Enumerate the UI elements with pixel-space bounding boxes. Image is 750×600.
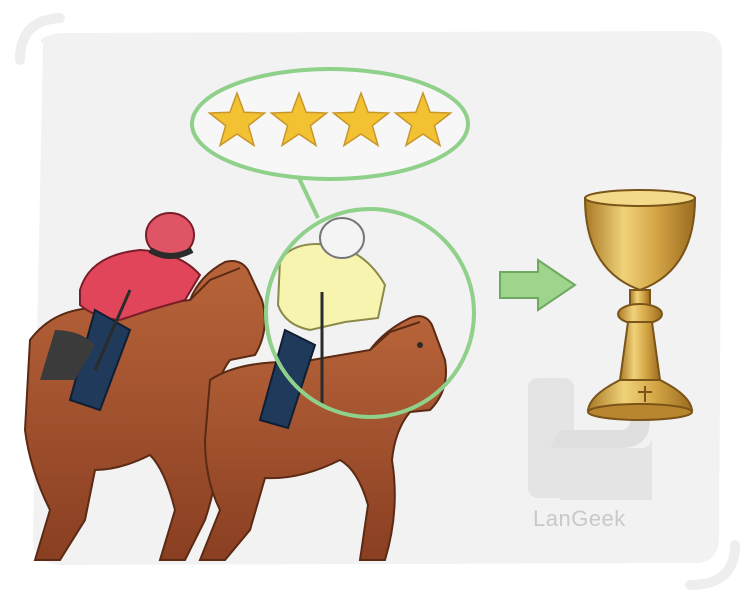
illustration-stage: LanGeek — [0, 0, 750, 600]
watermark-text: LanGeek — [533, 506, 626, 531]
illustration-canvas — [15, 13, 740, 590]
